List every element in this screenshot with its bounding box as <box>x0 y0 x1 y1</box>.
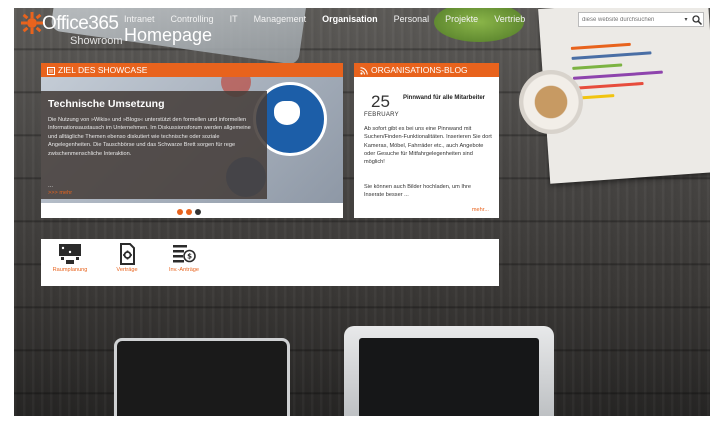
brand-subtitle: Showroom <box>70 35 123 47</box>
page-title: Homepage <box>124 25 213 45</box>
blog-panel: 25 FEBRUARY Pinnwand für alle Mitarbeite… <box>354 77 499 218</box>
rss-icon <box>360 67 368 75</box>
post-title[interactable]: Pinnwand für alle Mitarbeiter <box>403 95 485 101</box>
tile-label: Verträge <box>116 267 138 273</box>
showcase-header-label: ZIEL DES SHOWCASE <box>58 65 148 75</box>
slide-title: Technische Umsetzung <box>48 98 165 110</box>
post-text-continued: Sie können auch Bilder hochladen, um Ihr… <box>364 184 471 199</box>
showcase-header: ZIEL DES SHOWCASE <box>41 63 343 77</box>
svg-text:$: $ <box>187 253 192 261</box>
nav-item-projekte[interactable]: Projekte <box>445 14 478 24</box>
slider-dot-3[interactable] <box>195 209 201 215</box>
search-scope-dropdown-icon[interactable]: ▾ <box>681 16 691 23</box>
search-input[interactable] <box>579 16 681 23</box>
tile-label: Inv.-Anträge <box>168 267 200 273</box>
blog-header: ORGANISATIONS-BLOG <box>354 63 499 77</box>
slide-more-link[interactable]: >>> mehr <box>48 190 72 196</box>
tile-label: Raumplanung <box>52 267 88 273</box>
nav-item-management[interactable]: Management <box>254 14 307 24</box>
post-date-month: FEBRUARY <box>364 112 399 118</box>
blog-more-link[interactable]: mehr... <box>472 207 489 213</box>
nav-item-personal[interactable]: Personal <box>394 14 430 24</box>
phone-decoration <box>114 338 290 416</box>
post-date-day: 25 <box>371 92 390 111</box>
showcase-slider[interactable]: Technische Umsetzung Die Nutzung von »Wi… <box>41 77 343 218</box>
investment-request-icon: $ <box>173 245 196 263</box>
room-planning-icon <box>59 244 81 264</box>
slider-dot-1[interactable] <box>177 209 183 215</box>
document-icon <box>47 66 55 75</box>
coffee-cup-decoration <box>519 70 583 134</box>
contract-icon <box>120 243 135 265</box>
slider-pager <box>177 209 201 215</box>
slide-caption: Technische Umsetzung Die Nutzung von »Wi… <box>41 91 267 199</box>
search-icon[interactable] <box>691 14 703 26</box>
tile-inv-antraege[interactable]: $ Inv.-Anträge <box>159 243 209 283</box>
tablet-screen-decoration <box>359 338 539 416</box>
brand-name: Office365 <box>42 13 119 34</box>
safety-sign-figure <box>274 101 300 125</box>
nav-item-organisation[interactable]: Organisation <box>322 14 378 24</box>
nav-item-intranet[interactable]: Intranet <box>124 14 155 24</box>
slider-dot-2[interactable] <box>186 209 192 215</box>
slide-text: Die Nutzung von »Wikis« und »Blogs« unte… <box>48 117 251 157</box>
nav-item-controlling[interactable]: Controlling <box>171 14 214 24</box>
site-logo[interactable]: Office365 Showroom <box>18 10 128 50</box>
top-navigation: Intranet Controlling IT Management Organ… <box>124 14 541 24</box>
blog-header-label: ORGANISATIONS-BLOG <box>371 65 468 75</box>
slide-ellipsis: ... <box>48 183 54 189</box>
tile-vertraege[interactable]: Verträge <box>102 243 152 283</box>
tile-raumplanung[interactable]: Raumplanung <box>45 243 95 283</box>
nav-item-vertrieb[interactable]: Vertrieb <box>494 14 525 24</box>
post-text: Ab sofort gibt es bei uns eine Pinnwand … <box>364 126 492 166</box>
quick-links-bar: Raumplanung Verträge $ Inv.-Anträge <box>41 239 499 286</box>
search-box: ▾ <box>578 12 704 27</box>
nav-item-it[interactable]: IT <box>230 14 238 24</box>
